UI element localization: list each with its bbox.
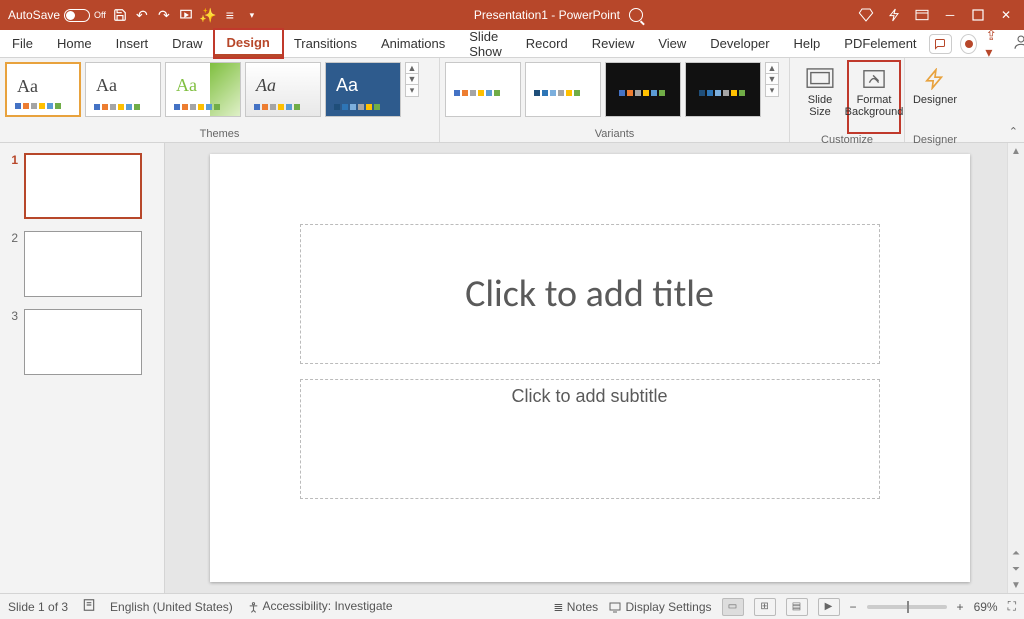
close-icon[interactable]: ✕: [998, 7, 1014, 23]
scroll-down-icon[interactable]: ▼: [1008, 577, 1024, 593]
variant-thumb[interactable]: [685, 62, 761, 117]
designer-button[interactable]: Designer: [910, 62, 960, 132]
ribbon-tabs: File Home Insert Draw Design Transitions…: [0, 30, 1024, 58]
tab-view[interactable]: View: [646, 30, 698, 57]
notes-button[interactable]: ≣ Notes: [553, 600, 598, 614]
slide-thumbnails-pane: 1 2 3: [0, 143, 165, 593]
save-icon[interactable]: [112, 7, 128, 23]
tab-home[interactable]: Home: [45, 30, 104, 57]
vertical-scrollbar[interactable]: ▲ ⏶ ⏷ ▼: [1007, 143, 1024, 593]
spellcheck-icon[interactable]: [82, 598, 96, 615]
tab-help[interactable]: Help: [782, 30, 833, 57]
titlebar: AutoSave Off ↶ ↷ ✨ ≡ ▾ Presentation1 - P…: [0, 0, 1024, 30]
variant-thumb[interactable]: [445, 62, 521, 117]
slide-thumbnail-3[interactable]: 3: [0, 305, 164, 383]
zoom-slider[interactable]: [867, 605, 947, 609]
fit-window-icon[interactable]: ⛶: [1008, 599, 1016, 614]
slide-counter[interactable]: Slide 1 of 3: [8, 600, 68, 614]
autosave-toggle[interactable]: AutoSave Off: [8, 8, 106, 22]
slide-mini: [24, 153, 142, 219]
tab-slideshow[interactable]: Slide Show: [457, 30, 514, 57]
tab-record[interactable]: Record: [514, 30, 580, 57]
touch-mode-icon[interactable]: ✨: [200, 7, 216, 23]
tab-animations[interactable]: Animations: [369, 30, 457, 57]
ribbon: Aa Aa Aa Aa Aa ▲▼▾ Themes ▲▼▾ Variants: [0, 58, 1024, 143]
themes-gallery-more[interactable]: ▲▼▾: [405, 62, 419, 97]
slide-up-icon[interactable]: ⏶: [1008, 545, 1024, 561]
theme-thumb[interactable]: Aa: [325, 62, 401, 117]
comments-icon[interactable]: [929, 34, 953, 54]
start-from-beginning-icon[interactable]: [178, 7, 194, 23]
slide-thumbnail-1[interactable]: 1: [0, 149, 164, 227]
workspace: 1 2 3 Click to add title Click to add su…: [0, 143, 1024, 593]
theme-thumb[interactable]: Aa: [85, 62, 161, 117]
share-icon[interactable]: ⇪ ▾: [985, 27, 1004, 61]
variants-gallery-more[interactable]: ▲▼▾: [765, 62, 779, 97]
coming-soon-icon[interactable]: [886, 7, 902, 23]
display-settings-button[interactable]: Display Settings: [608, 600, 711, 614]
zoom-out-icon[interactable]: −: [850, 600, 857, 614]
autosave-label: AutoSave: [8, 8, 60, 22]
premium-diamond-icon[interactable]: [858, 7, 874, 23]
theme-thumb[interactable]: Aa: [245, 62, 321, 117]
slide-mini: [24, 309, 142, 375]
slide-thumbnail-2[interactable]: 2: [0, 227, 164, 305]
window-title: Presentation1 - PowerPoint: [474, 8, 620, 22]
theme-office[interactable]: Aa: [5, 62, 81, 117]
sorter-view-icon[interactable]: ⊞: [754, 598, 776, 616]
variants-group-label: Variants: [445, 126, 784, 142]
tab-draw[interactable]: Draw: [160, 30, 214, 57]
maximize-icon[interactable]: [970, 7, 986, 23]
accessibility-status[interactable]: Accessibility: Investigate: [247, 599, 393, 613]
slide: Click to add title Click to add subtitle: [210, 154, 970, 582]
variant-thumb[interactable]: [525, 62, 601, 117]
tab-design[interactable]: Design: [215, 30, 282, 57]
themes-group-label: Themes: [5, 126, 434, 142]
slide-size-button[interactable]: Slide Size: [795, 62, 845, 132]
qat-dropdown-icon[interactable]: ▾: [244, 7, 260, 23]
reading-view-icon[interactable]: ▤: [786, 598, 808, 616]
tab-insert[interactable]: Insert: [104, 30, 161, 57]
slide-down-icon[interactable]: ⏷: [1008, 561, 1024, 577]
title-placeholder[interactable]: Click to add title: [300, 224, 880, 364]
ribbon-display-options-icon[interactable]: [914, 7, 930, 23]
record-circle-icon[interactable]: [960, 34, 977, 54]
toggle-off-icon: [64, 9, 90, 22]
scroll-up-icon[interactable]: ▲: [1008, 143, 1024, 159]
tab-developer[interactable]: Developer: [698, 30, 781, 57]
tab-file[interactable]: File: [0, 30, 45, 57]
subtitle-placeholder[interactable]: Click to add subtitle: [300, 379, 880, 499]
tab-pdfelement[interactable]: PDFelement: [832, 30, 928, 57]
minimize-icon[interactable]: ─: [942, 7, 958, 23]
collapse-ribbon-icon[interactable]: ⌃: [1009, 125, 1018, 138]
format-background-button[interactable]: Format Background: [849, 62, 899, 132]
statusbar: Slide 1 of 3 English (United States) Acc…: [0, 593, 1024, 619]
variant-thumb[interactable]: [605, 62, 681, 117]
tab-review[interactable]: Review: [580, 30, 647, 57]
redo-icon[interactable]: ↷: [156, 7, 172, 23]
normal-view-icon[interactable]: ▭: [722, 598, 744, 616]
slideshow-view-icon[interactable]: ▶: [818, 598, 840, 616]
account-icon[interactable]: [1012, 33, 1024, 54]
tab-transitions[interactable]: Transitions: [282, 30, 369, 57]
language-label[interactable]: English (United States): [110, 600, 233, 614]
slide-canvas-area[interactable]: Click to add title Click to add subtitle…: [165, 143, 1024, 593]
slide-mini: [24, 231, 142, 297]
zoom-percent[interactable]: 69%: [974, 600, 998, 614]
quick-print-icon[interactable]: ≡: [222, 7, 238, 23]
undo-icon[interactable]: ↶: [134, 7, 150, 23]
autosave-state: Off: [94, 10, 106, 20]
search-icon[interactable]: [628, 7, 644, 23]
theme-thumb[interactable]: Aa: [165, 62, 241, 117]
zoom-in-icon[interactable]: +: [957, 600, 964, 614]
